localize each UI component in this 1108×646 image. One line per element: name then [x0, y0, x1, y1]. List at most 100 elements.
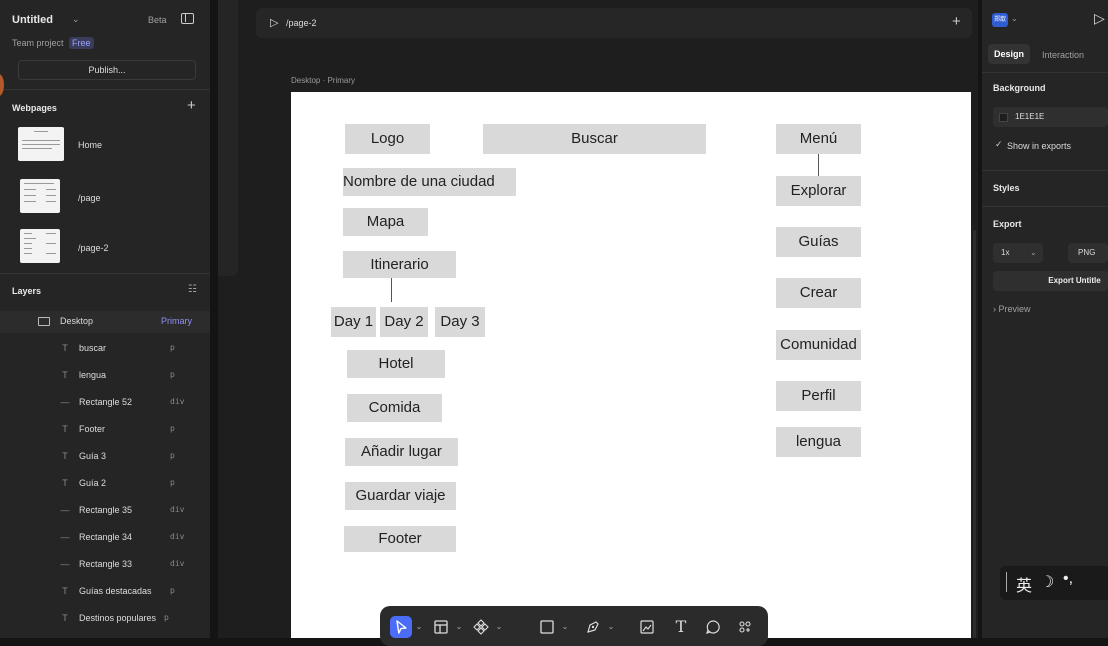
right-panel: 郑歆 ⌄ ▷ Design Interaction Background 1E1…: [982, 0, 1108, 638]
wire-ciudad[interactable]: Nombre de una ciudad: [343, 168, 516, 196]
show-in-exports-label[interactable]: Show in exports: [1007, 141, 1071, 151]
text-layer-icon: T: [62, 370, 68, 380]
wire-itinerario[interactable]: Itinerario: [343, 251, 456, 278]
punctuation-icon[interactable]: •,: [1063, 570, 1073, 588]
plan-badge: Free: [69, 37, 94, 49]
tab-interaction[interactable]: Interaction: [1042, 50, 1084, 60]
moon-icon[interactable]: ☽: [1040, 572, 1054, 592]
wire-explorar[interactable]: Explorar: [776, 176, 861, 206]
export-format-select[interactable]: PNG: [1068, 243, 1108, 263]
ime-language[interactable]: 英: [1016, 572, 1032, 596]
layer-tag: p: [170, 424, 175, 433]
wire-anadir[interactable]: Añadir lugar: [345, 438, 458, 466]
layer-item[interactable]: — Rectangle 35 div: [0, 500, 210, 522]
tab-design[interactable]: Design: [988, 44, 1031, 64]
wire-hotel[interactable]: Hotel: [347, 350, 445, 378]
comment-tool-button[interactable]: [702, 616, 724, 638]
layer-tag: p: [170, 370, 175, 379]
export-title: Export: [993, 219, 1022, 229]
wire-day3[interactable]: Day 3: [435, 307, 485, 337]
layer-item[interactable]: Tbuscar p: [0, 338, 210, 360]
export-button[interactable]: Export Untitle: [993, 271, 1108, 291]
page-thumbnail-page-2[interactable]: [20, 229, 60, 263]
desktop-frame[interactable]: Logo Buscar Menú Nombre de una ciudad Ma…: [291, 92, 971, 638]
color-swatch[interactable]: [999, 113, 1008, 122]
export-scale-select[interactable]: 1x ⌄: [993, 243, 1043, 263]
layer-label: Guía 2: [79, 478, 107, 488]
select-tool-button[interactable]: [390, 616, 412, 638]
chevron-down-icon[interactable]: ⌄: [494, 616, 504, 638]
chevron-down-icon[interactable]: ⌄: [72, 14, 80, 25]
page-item-home[interactable]: Home: [78, 140, 102, 150]
wire-perfil[interactable]: Perfil: [776, 381, 861, 411]
layer-item[interactable]: T Guía 2 p: [0, 473, 210, 495]
text-tool-button[interactable]: T: [670, 616, 692, 638]
background-color-value[interactable]: 1E1E1E: [1015, 107, 1044, 127]
wire-comida[interactable]: Comida: [347, 394, 442, 422]
pen-tool-button[interactable]: [582, 616, 604, 638]
frame-tool-button[interactable]: [430, 616, 452, 638]
layer-item[interactable]: — Rectangle 33 div: [0, 554, 210, 576]
layer-label: Guías destacadas: [79, 586, 152, 596]
scrollbar[interactable]: [973, 230, 976, 638]
wire-crear[interactable]: Crear: [776, 278, 861, 308]
wire-day1[interactable]: Day 1: [331, 307, 376, 337]
layer-label: Rectangle 52: [79, 397, 133, 407]
layer-tag: div: [170, 505, 185, 514]
plugins-tool-button[interactable]: [734, 616, 756, 638]
layer-root-desktop[interactable]: Desktop Primary: [0, 311, 210, 333]
layer-item[interactable]: T Destinos populares p: [0, 608, 210, 630]
wire-day2[interactable]: Day 2: [380, 307, 428, 337]
chevron-down-icon[interactable]: ⌄: [454, 616, 464, 638]
wire-lengua[interactable]: lengua: [776, 427, 861, 457]
component-tool-button[interactable]: [470, 616, 492, 638]
publish-button[interactable]: Publish...: [18, 60, 196, 80]
toggle-panel-icon[interactable]: [181, 13, 194, 24]
page-item-page[interactable]: /page: [78, 193, 101, 203]
page-item-page-2[interactable]: /page-2: [78, 243, 109, 253]
wire-buscar[interactable]: Buscar: [483, 124, 706, 154]
page-thumbnail-page[interactable]: [20, 179, 60, 213]
wire-menu[interactable]: Menú: [776, 124, 861, 154]
chevron-down-icon[interactable]: ⌄: [1011, 14, 1018, 23]
wire-footer[interactable]: Footer: [344, 526, 456, 552]
ime-toolbar[interactable]: 英 ☽ •,: [1000, 566, 1108, 600]
play-icon[interactable]: ▷: [1094, 10, 1105, 27]
layers-sort-icon[interactable]: ☷: [188, 284, 197, 295]
layer-item[interactable]: T Footer p: [0, 419, 210, 441]
layer-tag: div: [170, 397, 185, 406]
layer-item[interactable]: — Rectangle 52 div: [0, 392, 210, 414]
background-title: Background: [993, 83, 1046, 93]
add-page-icon[interactable]: +: [187, 97, 196, 114]
team-label: Team project: [12, 38, 64, 48]
chevron-down-icon[interactable]: ⌄: [414, 616, 424, 638]
wire-mapa[interactable]: Mapa: [343, 208, 428, 236]
play-icon[interactable]: ▷: [270, 16, 278, 29]
add-breakpoint-icon[interactable]: +: [952, 13, 961, 30]
chevron-down-icon[interactable]: ⌄: [560, 616, 570, 638]
layer-item[interactable]: — Rectangle 34 div: [0, 527, 210, 549]
layer-item[interactable]: Tlengua p: [0, 365, 210, 387]
check-icon[interactable]: ✓: [995, 139, 1003, 150]
wire-guardar[interactable]: Guardar viaje: [345, 482, 456, 510]
project-title[interactable]: Untitled: [12, 14, 53, 26]
layer-item[interactable]: T Guías destacadas p: [0, 581, 210, 603]
layer-item[interactable]: T Guía 3 p: [0, 446, 210, 468]
rectangle-layer-icon: —: [60, 397, 70, 407]
export-button-label: Export Untitle: [1048, 276, 1101, 285]
image-tool-button[interactable]: [636, 616, 658, 638]
wire-comunidad[interactable]: Comunidad: [776, 330, 861, 360]
rectangle-tool-button[interactable]: [536, 616, 558, 638]
preview-toggle[interactable]: › Preview: [993, 304, 1031, 314]
page-path: /page-2: [286, 18, 317, 28]
export-scale-value: 1x: [1001, 248, 1010, 257]
wire-logo[interactable]: Logo: [345, 124, 430, 154]
avatar[interactable]: 郑歆: [992, 13, 1008, 27]
frame-label[interactable]: Desktop · Primary: [291, 76, 355, 85]
layer-tag: Primary: [161, 316, 192, 326]
wire-guias[interactable]: Guías: [776, 227, 861, 257]
desktop-icon: [38, 317, 50, 326]
page-thumbnail-home[interactable]: [18, 127, 64, 161]
background-color-field[interactable]: 1E1E1E: [993, 107, 1108, 127]
chevron-down-icon[interactable]: ⌄: [606, 616, 616, 638]
